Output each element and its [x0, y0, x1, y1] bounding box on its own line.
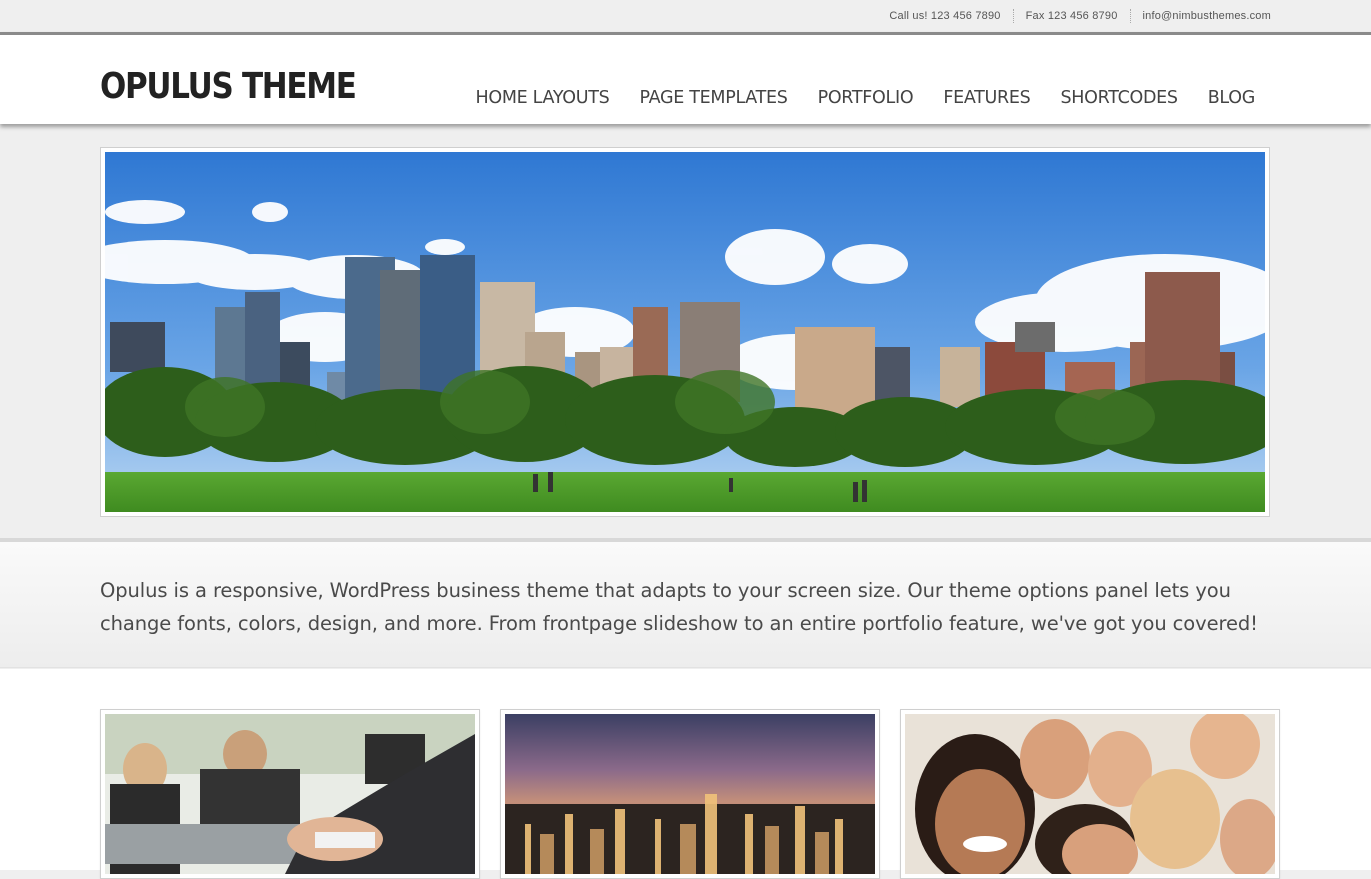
slideshow[interactable] [105, 152, 1265, 512]
business-handshake-image [105, 714, 475, 874]
feature-thumb-1[interactable] [100, 709, 480, 879]
email-link[interactable]: info@nimbusthemes.com [1131, 10, 1271, 22]
intro-band: Opulus is a responsive, WordPress busine… [0, 538, 1371, 668]
slideshow-frame [100, 147, 1270, 517]
nav-home-layouts[interactable]: HOME LAYOUTS [476, 88, 610, 108]
phone-text: Call us! 123 456 7890 [889, 10, 1001, 22]
intro-text: Opulus is a responsive, WordPress busine… [100, 579, 1258, 635]
nav-blog[interactable]: BLOG [1208, 88, 1256, 108]
contact-info: Call us! 123 456 7890 Fax 123 456 8790 i… [877, 9, 1271, 23]
nav-shortcodes[interactable]: SHORTCODES [1060, 88, 1178, 108]
city-skyline-park-image [105, 152, 1265, 512]
feature-thumb-3[interactable] [900, 709, 1280, 879]
group-of-smiling-people-image [905, 714, 1275, 874]
featured-content [0, 669, 1371, 879]
site-header: OPULUS THEME HOME LAYOUTS PAGE TEMPLATES… [0, 32, 1371, 124]
feature-thumb-2[interactable] [500, 709, 880, 879]
main-nav: HOME LAYOUTS PAGE TEMPLATES PORTFOLIO FE… [446, 88, 1256, 108]
fax-text: Fax 123 456 8790 [1025, 10, 1118, 22]
nav-features[interactable]: FEATURES [943, 88, 1030, 108]
nav-portfolio[interactable]: PORTFOLIO [818, 88, 914, 108]
site-logo[interactable]: OPULUS THEME [100, 66, 357, 107]
nav-page-templates[interactable]: PAGE TEMPLATES [639, 88, 787, 108]
city-dusk-aerial-image [505, 714, 875, 874]
top-contact-bar: Call us! 123 456 7890 Fax 123 456 8790 i… [0, 0, 1371, 32]
